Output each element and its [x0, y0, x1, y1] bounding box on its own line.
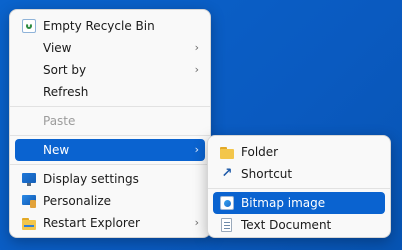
bitmap-image-icon — [220, 196, 234, 210]
menu-item-restart-explorer[interactable]: Restart Explorer › — [15, 212, 205, 234]
menu-item-new[interactable]: New › — [15, 139, 205, 161]
recycle-bin-icon — [22, 19, 36, 33]
shortcut-arrow-icon: ↗ — [221, 166, 233, 181]
menu-item-label: Personalize — [43, 194, 112, 208]
chevron-right-icon: › — [194, 63, 199, 76]
menu-item-personalize[interactable]: Personalize — [15, 190, 205, 212]
folder-icon — [22, 216, 36, 230]
submenu-item-bitmap-image[interactable]: Bitmap image — [213, 192, 385, 214]
menu-item-label: Shortcut — [241, 167, 293, 181]
submenu-item-folder[interactable]: Folder — [213, 141, 385, 163]
personalize-icon — [22, 194, 36, 208]
menu-item-paste[interactable]: Paste — [15, 110, 205, 132]
menu-item-label: New — [43, 143, 70, 157]
chevron-right-icon: › — [194, 143, 199, 156]
submenu-item-shortcut[interactable]: ↗ Shortcut — [213, 163, 385, 185]
menu-separator — [10, 135, 210, 136]
folder-icon — [220, 145, 234, 159]
menu-item-sort-by[interactable]: Sort by › — [15, 59, 205, 81]
menu-item-label: View — [43, 41, 72, 55]
menu-item-label: Sort by — [43, 63, 87, 77]
submenu-item-text-document[interactable]: Text Document — [213, 214, 385, 236]
menu-item-empty-recycle-bin[interactable]: Empty Recycle Bin — [15, 15, 205, 37]
menu-separator — [10, 106, 210, 107]
menu-item-display-settings[interactable]: Display settings — [15, 168, 205, 190]
menu-separator — [10, 164, 210, 165]
menu-item-label: Text Document — [241, 218, 332, 232]
menu-item-label: Bitmap image — [241, 196, 326, 210]
new-submenu: Folder ↗ Shortcut Bitmap image Text Docu… — [207, 135, 391, 238]
menu-item-refresh[interactable]: Refresh — [15, 81, 205, 103]
chevron-right-icon: › — [194, 41, 199, 54]
menu-item-view[interactable]: View › — [15, 37, 205, 59]
menu-separator — [208, 188, 390, 189]
menu-item-label: Paste — [43, 114, 76, 128]
desktop-context-menu: Empty Recycle Bin View › Sort by › Refre… — [9, 9, 211, 238]
menu-item-label: Folder — [241, 145, 279, 159]
menu-item-label: Restart Explorer — [43, 216, 140, 230]
menu-item-label: Empty Recycle Bin — [43, 19, 155, 33]
menu-item-label: Display settings — [43, 172, 139, 186]
menu-item-label: Refresh — [43, 85, 89, 99]
chevron-right-icon: › — [194, 216, 199, 229]
monitor-icon — [22, 172, 36, 186]
text-document-icon — [221, 218, 232, 232]
